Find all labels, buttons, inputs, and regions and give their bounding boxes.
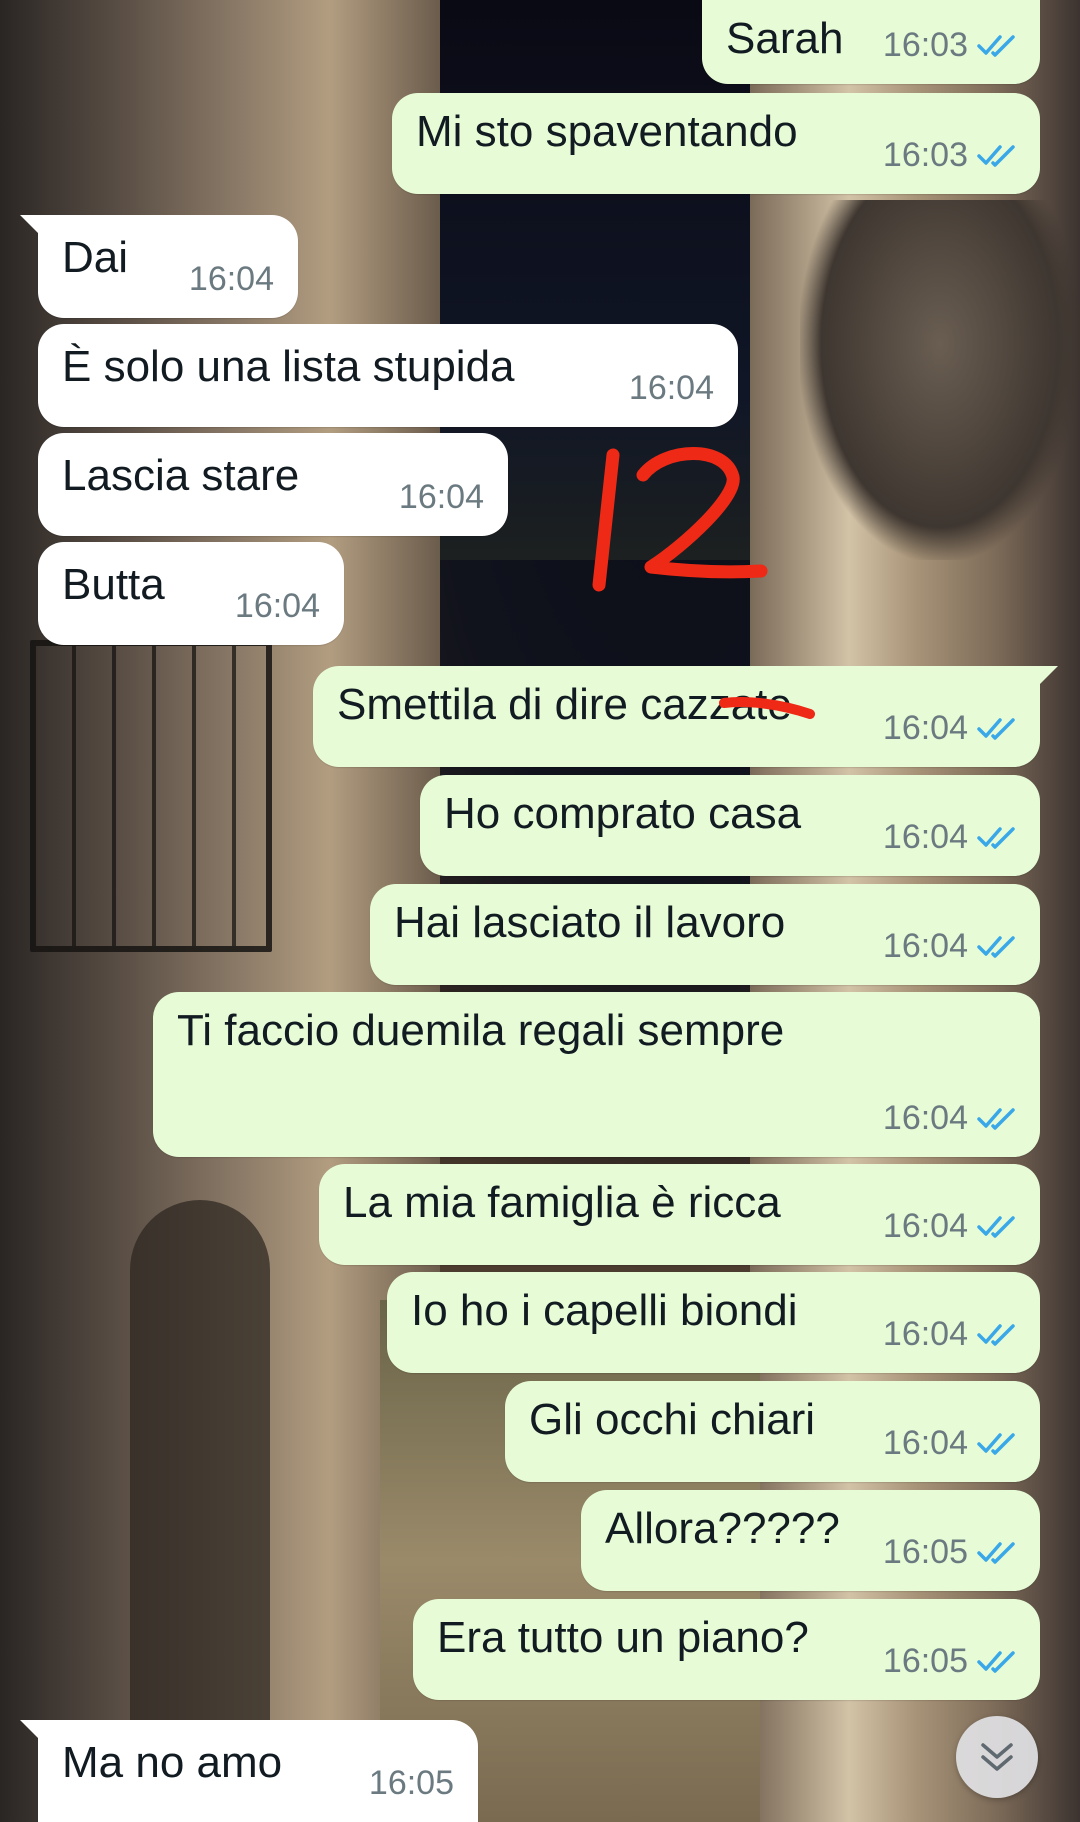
message-outgoing[interactable]: La mia famiglia è ricca 16:04 [319,1164,1040,1265]
message-text: Sarah [726,14,844,63]
double-chevron-down-icon [981,1743,1013,1771]
wallpaper-corbel [800,200,1080,560]
double-check-read-icon [977,1216,1015,1238]
message-incoming[interactable]: Butta 16:04 [38,542,344,645]
message-time: 16:04 [882,927,968,965]
message-text: È solo una lista stupida [62,342,515,391]
message-time: 16:04 [882,1207,968,1245]
message-text: Lascia stare [62,451,300,500]
double-check-read-icon [977,35,1015,57]
message-time: 16:04 [188,260,274,298]
scroll-to-bottom-button[interactable] [956,1716,1038,1798]
message-time: 16:04 [882,1099,968,1137]
message-time: 16:04 [234,587,320,625]
message-text: Io ho i capelli biondi [411,1286,798,1335]
message-outgoing[interactable]: Hai lasciato il lavoro 16:04 [370,884,1040,985]
wallpaper-balcony [30,640,272,952]
message-time: 16:03 [882,26,968,64]
message-text: Allora????? [605,1504,840,1553]
message-incoming[interactable]: Lascia stare 16:04 [38,433,508,536]
double-check-read-icon [977,1108,1015,1130]
double-check-read-icon [977,1324,1015,1346]
message-text: Ma no amo [62,1738,283,1787]
message-incoming[interactable]: È solo una lista stupida 16:04 [38,324,738,427]
message-text: Ti faccio duemila regali sempre [177,1006,785,1055]
message-time: 16:04 [882,1315,968,1353]
message-outgoing[interactable]: Smettila di dire cazzate 16:04 [313,666,1058,767]
message-time: 16:04 [398,478,484,516]
double-check-read-icon [977,1542,1015,1564]
message-text: Butta [62,560,165,609]
message-time: 16:04 [882,1424,968,1462]
message-text: Ho comprato casa [444,789,802,838]
double-check-read-icon [977,718,1015,740]
double-check-read-icon [977,936,1015,958]
double-check-read-icon [977,1433,1015,1455]
message-text: Mi sto spaventando [416,107,798,156]
double-check-read-icon [977,1651,1015,1673]
message-text: Dai [62,233,129,282]
message-incoming[interactable]: Dai 16:04 [20,215,298,318]
message-time: 16:04 [882,818,968,856]
message-text: Era tutto un piano? [437,1613,809,1662]
message-incoming[interactable]: Ma no amo 16:05 [20,1720,478,1822]
message-time: 16:04 [882,709,968,747]
message-time: 16:04 [628,369,714,407]
message-time: 16:05 [882,1533,968,1571]
message-time: 16:03 [882,136,968,174]
double-check-read-icon [977,145,1015,167]
message-outgoing[interactable]: Gli occhi chiari 16:04 [505,1381,1040,1482]
handwritten-annotation-12 [592,447,768,592]
message-outgoing[interactable]: Sarah 16:03 [702,0,1040,84]
message-outgoing[interactable]: Era tutto un piano? 16:05 [413,1599,1040,1700]
handwritten-strike-mark [719,697,815,719]
message-outgoing[interactable]: Mi sto spaventando 16:03 [392,93,1040,194]
message-outgoing[interactable]: Io ho i capelli biondi 16:04 [387,1272,1040,1373]
message-text: La mia famiglia è ricca [343,1178,781,1227]
message-text: Gli occhi chiari [529,1395,816,1444]
message-outgoing[interactable]: Ho comprato casa 16:04 [420,775,1040,876]
message-outgoing[interactable]: Allora????? 16:05 [581,1490,1040,1591]
message-outgoing[interactable]: Ti faccio duemila regali sempre 16:04 [153,992,1040,1157]
message-text: Hai lasciato il lavoro [394,898,786,947]
message-time: 16:05 [368,1764,454,1802]
message-time: 16:05 [882,1642,968,1680]
double-check-read-icon [977,827,1015,849]
wallpaper-doorway [130,1200,270,1760]
